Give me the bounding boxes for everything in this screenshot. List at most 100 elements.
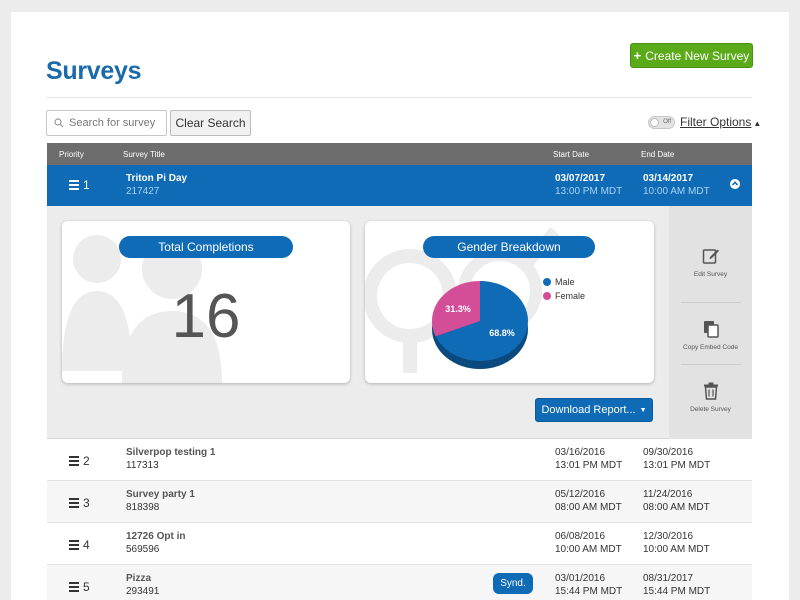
header-divider — [46, 97, 752, 98]
survey-title[interactable]: Pizza — [126, 573, 151, 584]
start-date: 06/08/2016 — [555, 531, 606, 542]
clear-search-button[interactable]: Clear Search — [170, 110, 251, 136]
page-title: Surveys — [46, 57, 142, 85]
edit-survey-label: Edit Survey — [693, 271, 728, 278]
column-survey-title: Survey Title — [123, 150, 165, 159]
search-placeholder: Search for survey — [69, 117, 156, 129]
table-row[interactable]: 4 12726 Opt in 569596 06/08/2016 10:00 A… — [47, 523, 752, 565]
survey-id: 217427 — [126, 186, 160, 197]
trash-icon — [703, 382, 718, 400]
filter-options-link[interactable]: Filter Options ▲ — [680, 115, 761, 129]
legend-item-female: Female — [543, 291, 585, 301]
drag-handle-icon[interactable] — [69, 540, 79, 550]
download-report-button[interactable]: Download Report... ▼ — [535, 398, 653, 422]
start-time: 13:01 PM MDT — [555, 460, 623, 471]
table-row[interactable]: 3 Survey party 1 818398 05/12/2016 08:00… — [47, 481, 752, 523]
caret-down-icon: ▼ — [639, 406, 647, 414]
action-divider — [681, 302, 741, 303]
table-row[interactable]: 5 Pizza 293491 Synd. 03/01/2016 15:44 PM… — [47, 565, 752, 600]
surveys-page: Surveys + Create New Survey Search for s… — [11, 12, 789, 600]
start-time: 13:00 PM MDT — [555, 186, 623, 197]
end-time: 15:44 PM MDT — [643, 586, 711, 597]
priority-cell: 4 — [69, 538, 90, 552]
table-header: Priority Survey Title Start Date End Dat… — [47, 143, 752, 165]
total-completions-label: Total Completions — [119, 236, 293, 258]
end-time: 08:00 AM MDT — [643, 502, 710, 513]
start-date: 03/07/2017 — [555, 173, 606, 184]
start-time: 08:00 AM MDT — [555, 502, 622, 513]
end-date: 11/24/2016 — [643, 489, 693, 500]
filter-options-label: Filter Options — [680, 115, 752, 129]
gender-breakdown-label: Gender Breakdown — [423, 236, 595, 258]
legend-swatch-male — [543, 278, 551, 286]
edit-icon — [702, 249, 719, 264]
create-new-survey-button[interactable]: + Create New Survey — [630, 43, 753, 68]
drag-handle-icon[interactable] — [69, 582, 79, 592]
end-time: 10:00 AM MDT — [643, 186, 710, 197]
priority-cell: 1 — [69, 178, 90, 192]
drag-handle-icon[interactable] — [69, 456, 79, 466]
legend-swatch-female — [543, 292, 551, 300]
action-divider — [681, 364, 741, 365]
filter-toggle[interactable]: Off — [648, 116, 675, 129]
end-date: 09/30/2016 — [643, 447, 694, 458]
copy-icon — [703, 321, 719, 338]
priority-number: 4 — [83, 538, 90, 552]
drag-handle-icon[interactable] — [69, 180, 79, 190]
survey-id: 569596 — [126, 544, 160, 555]
edit-survey-action[interactable]: Edit Survey — [675, 232, 746, 293]
column-priority: Priority — [59, 150, 84, 159]
drag-handle-icon[interactable] — [69, 498, 79, 508]
caret-up-icon: ▲ — [753, 119, 762, 128]
survey-id: 293491 — [126, 586, 160, 597]
legend-label-female: Female — [555, 291, 586, 301]
start-time: 15:44 PM MDT — [555, 586, 623, 597]
survey-title[interactable]: Triton Pi Day — [126, 173, 187, 184]
column-start-date: Start Date — [553, 150, 590, 159]
legend-label-male: Male — [555, 277, 575, 287]
priority-number: 2 — [83, 454, 90, 468]
priority-number: 1 — [83, 178, 90, 192]
start-time: 10:00 AM MDT — [555, 544, 622, 555]
end-date: 03/14/2017 — [643, 173, 694, 184]
end-time: 10:00 AM MDT — [643, 544, 710, 555]
search-input[interactable]: Search for survey — [46, 110, 167, 136]
create-new-survey-label: Create New Survey — [645, 48, 750, 63]
survey-id: 117313 — [126, 460, 159, 471]
priority-cell: 2 — [69, 454, 90, 468]
syndicated-badge: Synd. — [493, 573, 533, 594]
copy-embed-code-action[interactable]: Copy Embed Code — [675, 305, 746, 366]
toggle-label: Off — [663, 119, 671, 125]
delete-survey-label: Delete Survey — [690, 406, 731, 413]
priority-cell: 3 — [69, 496, 90, 510]
table-row[interactable]: 2 Silverpop testing 1 117313 03/16/2016 … — [47, 439, 752, 481]
survey-title[interactable]: 12726 Opt in — [126, 531, 185, 542]
gender-breakdown-card: Gender Breakdown 68.8% 31.3% Male Female — [365, 221, 654, 383]
download-report-label: Download Report... — [541, 404, 636, 416]
start-date: 03/01/2016 — [555, 573, 606, 584]
delete-survey-action[interactable]: Delete Survey — [675, 367, 746, 428]
column-end-date: End Date — [641, 150, 675, 159]
priority-number: 3 — [83, 496, 90, 510]
copy-embed-code-label: Copy Embed Code — [683, 344, 738, 351]
pie-label-female: 31.3% — [445, 304, 471, 314]
collapse-icon[interactable] — [730, 179, 740, 189]
end-date: 12/30/2016 — [643, 531, 694, 542]
survey-title[interactable]: Survey party 1 — [126, 489, 195, 500]
table-row-active[interactable]: 1 Triton Pi Day 217427 03/07/2017 13:00 … — [47, 165, 752, 212]
end-time: 13:01 PM MDT — [643, 460, 711, 471]
gender-pie-chart: 68.8% 31.3% — [432, 281, 528, 369]
completions-count: 16 — [171, 282, 241, 351]
start-date: 03/16/2016 — [555, 447, 606, 458]
legend-item-male: Male — [543, 277, 585, 287]
chart-legend: Male Female — [543, 277, 585, 305]
end-date: 08/31/2017 — [643, 573, 694, 584]
search-icon — [54, 118, 64, 128]
priority-cell: 5 — [69, 580, 90, 594]
survey-title[interactable]: Silverpop testing 1 — [126, 447, 215, 458]
survey-actions-sidebar: Edit Survey Copy Embed Code Delete Surve… — [669, 206, 752, 439]
completions-card: Total Completions 16 — [62, 221, 350, 383]
survey-detail-panel: Total Completions 16 Gender Breakdown 68… — [47, 206, 752, 439]
survey-id: 818398 — [126, 502, 160, 513]
priority-number: 5 — [83, 580, 90, 594]
